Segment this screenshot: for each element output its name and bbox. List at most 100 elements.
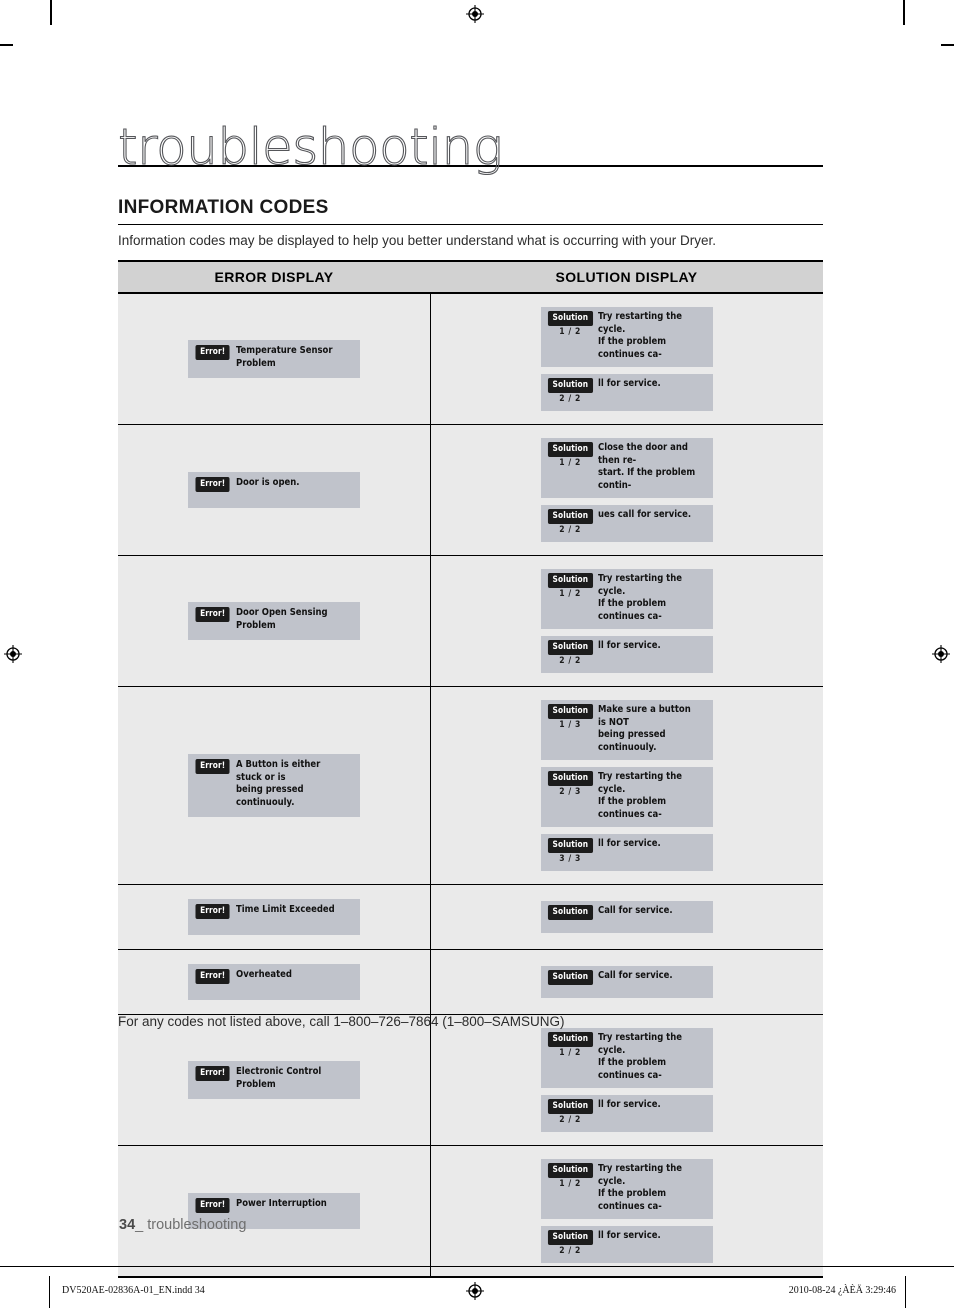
solution-badge-column: Solution 2 / 2 bbox=[546, 1230, 595, 1257]
solution-badge-column: Solution 1 / 2 bbox=[546, 442, 595, 469]
document-page: troubleshooting INFORMATION CODES Inform… bbox=[0, 0, 954, 1278]
solution-message-text: Try restarting the cycle. If the problem… bbox=[598, 1163, 683, 1212]
solution-lcd-panel: Solution 1 / 2 Try restarting the cycle. I… bbox=[540, 307, 713, 367]
error-badge-column: Error! bbox=[194, 1066, 231, 1081]
error-display-cell: Error! Electronic Control Problem bbox=[118, 1014, 431, 1146]
page-number-label: _ troubleshooting bbox=[135, 1217, 247, 1233]
error-message-text: Door is open. bbox=[236, 477, 300, 488]
solution-lcd-panel: Solution 2 / 2 ues call for service. bbox=[540, 505, 713, 542]
table-row: Error! Electronic Control Problem Solution… bbox=[118, 1014, 824, 1146]
error-lcd-panel: Error! Electronic Control Problem bbox=[187, 1061, 360, 1099]
solution-step-counter: 2 / 2 bbox=[559, 525, 581, 535]
solution-display-wrapper: Solution 1 / 2 Try restarting the cycle. I… bbox=[431, 294, 824, 424]
solution-badge: Solution bbox=[547, 905, 593, 920]
error-display-wrapper: Error! Door is open. bbox=[118, 458, 430, 522]
solution-message-text: ll for service. bbox=[598, 378, 662, 389]
error-lcd-panel: Error! Door is open. bbox=[187, 472, 360, 508]
solution-message-text: Call for service. bbox=[598, 970, 674, 981]
print-bar-right-divider bbox=[905, 1276, 906, 1308]
error-badge: Error! bbox=[195, 1066, 230, 1081]
chapter-title-block: troubleshooting bbox=[117, 118, 823, 176]
section-intro-text: Information codes may be displayed to he… bbox=[118, 233, 717, 248]
error-message-text: Time Limit Exceeded bbox=[236, 904, 335, 915]
error-message-text: Overheated bbox=[236, 969, 293, 980]
error-display-cell: Error! Door Open Sensing Problem bbox=[118, 555, 431, 687]
solution-message-text: ll for service. bbox=[598, 838, 662, 849]
solution-step-counter: 3 / 3 bbox=[559, 854, 581, 864]
solution-display-cell: Solution 1 / 2 Try restarting the cycle. I… bbox=[430, 293, 823, 425]
solution-display-wrapper: Solution Call for service. bbox=[431, 888, 824, 946]
error-display-cell: Error! Time Limit Exceeded bbox=[118, 884, 431, 950]
error-display-cell: Error! Power Interruption bbox=[118, 1145, 431, 1278]
error-badge-column: Error! bbox=[194, 904, 231, 919]
print-source-filename: DV520AE-02836A-01_EN.indd 34 bbox=[62, 1285, 205, 1296]
error-badge-column: Error! bbox=[194, 759, 231, 774]
solution-lcd-panel: Solution 2 / 2 ll for service. bbox=[540, 1095, 713, 1132]
solution-lcd-panel: Solution 2 / 2 ll for service. bbox=[540, 636, 713, 673]
solution-step-counter: 1 / 2 bbox=[559, 1179, 581, 1189]
solution-badge: Solution bbox=[547, 1099, 593, 1114]
print-info-bar: DV520AE-02836A-01_EN.indd 34 2010-08-24 … bbox=[0, 1266, 954, 1311]
error-badge: Error! bbox=[195, 477, 230, 492]
column-header-solution-display: SOLUTION DISPLAY bbox=[430, 260, 823, 294]
error-message-text: Power Interruption bbox=[236, 1198, 327, 1209]
error-lcd-panel: Error! A Button is either stuck or is bei… bbox=[187, 754, 360, 817]
page-title: troubleshooting bbox=[117, 118, 503, 176]
page-number: 34_ troubleshooting bbox=[119, 1217, 246, 1233]
solution-step-counter: 2 / 2 bbox=[559, 1246, 581, 1256]
error-display-wrapper: Error! Time Limit Exceeded bbox=[118, 885, 430, 949]
solution-lcd-panel: Solution 1 / 2 Try restarting the cycle. I… bbox=[540, 569, 713, 629]
solution-display-cell: Solution 1 / 2 Try restarting the cycle. I… bbox=[430, 1145, 824, 1278]
error-display-cell: Error! Door is open. bbox=[118, 424, 431, 556]
solution-display-cell: Solution Call for service. bbox=[430, 949, 824, 1015]
solution-message-text: Try restarting the cycle. If the problem… bbox=[598, 771, 683, 820]
solution-lcd-panel: Solution 2 / 2 ll for service. bbox=[540, 374, 713, 411]
solution-step-counter: 1 / 2 bbox=[559, 327, 581, 337]
solution-badge-column: Solution 1 / 2 bbox=[546, 1032, 595, 1059]
solution-lcd-panel: Solution 1 / 2 Close the door and then re-… bbox=[540, 438, 713, 498]
section-heading-rule bbox=[118, 224, 823, 225]
solution-badge-column: Solution 1 / 3 bbox=[546, 704, 595, 731]
error-message-text: Door Open Sensing Problem bbox=[236, 607, 328, 631]
error-display-wrapper: Error! Temperature Sensor Problem bbox=[118, 326, 430, 392]
error-lcd-panel: Error! Overheated bbox=[187, 964, 360, 1000]
solution-display-wrapper: Solution Call for service. bbox=[431, 953, 824, 1011]
table-body: Error! Temperature Sensor Problem Solution… bbox=[118, 293, 824, 1278]
solution-badge-column: Solution 1 / 2 bbox=[546, 573, 595, 600]
solution-badge-column: Solution 2 / 2 bbox=[546, 509, 595, 536]
error-display-wrapper: Error! Door Open Sensing Problem bbox=[118, 588, 430, 654]
solution-badge: Solution bbox=[547, 1032, 593, 1047]
solution-display-wrapper: Solution 1 / 2 Try restarting the cycle. I… bbox=[431, 556, 824, 686]
solution-badge: Solution bbox=[547, 970, 593, 985]
solution-badge: Solution bbox=[547, 838, 593, 853]
solution-badge: Solution bbox=[547, 704, 593, 719]
error-message-text: A Button is either stuck or is being pre… bbox=[236, 759, 321, 808]
solution-display-cell: Solution Call for service. bbox=[430, 884, 824, 950]
solution-display-wrapper: Solution 1 / 2 Close the door and then re-… bbox=[431, 425, 824, 555]
table-row: Error! Temperature Sensor Problem Solution… bbox=[118, 293, 823, 425]
table-row: Error! Time Limit Exceeded Solution Call fo… bbox=[118, 884, 824, 950]
table-row: Error! Overheated Solution Call for service… bbox=[118, 949, 824, 1015]
solution-lcd-panel: Solution 2 / 3 Try restarting the cycle. I… bbox=[540, 767, 713, 827]
solution-step-counter: 1 / 2 bbox=[559, 1048, 581, 1058]
solution-display-wrapper: Solution 1 / 2 Try restarting the cycle. I… bbox=[431, 1146, 824, 1276]
solution-message-text: ll for service. bbox=[598, 640, 662, 651]
solution-badge: Solution bbox=[547, 311, 593, 326]
solution-lcd-panel: Solution Call for service. bbox=[540, 966, 713, 998]
error-display-wrapper: Error! Overheated bbox=[118, 950, 430, 1014]
error-display-wrapper: Error! Electronic Control Problem bbox=[118, 1047, 430, 1113]
solution-message-text: Try restarting the cycle. If the problem… bbox=[598, 573, 683, 622]
error-badge-column: Error! bbox=[194, 969, 231, 984]
solution-display-wrapper: Solution 1 / 2 Try restarting the cycle. I… bbox=[431, 1015, 824, 1145]
solution-step-counter: 2 / 2 bbox=[559, 656, 581, 666]
table-header-row: ERROR DISPLAY SOLUTION DISPLAY bbox=[118, 260, 823, 294]
solution-badge-column: Solution bbox=[546, 905, 595, 920]
error-badge-column: Error! bbox=[194, 477, 231, 492]
error-lcd-panel: Error! Time Limit Exceeded bbox=[187, 899, 360, 935]
error-badge: Error! bbox=[195, 345, 230, 360]
table-header: ERROR DISPLAY SOLUTION DISPLAY bbox=[118, 260, 823, 294]
error-badge-column: Error! bbox=[194, 607, 231, 622]
error-badge-column: Error! bbox=[194, 1198, 231, 1213]
solution-badge: Solution bbox=[547, 573, 593, 588]
print-bar-left-divider bbox=[49, 1276, 50, 1308]
